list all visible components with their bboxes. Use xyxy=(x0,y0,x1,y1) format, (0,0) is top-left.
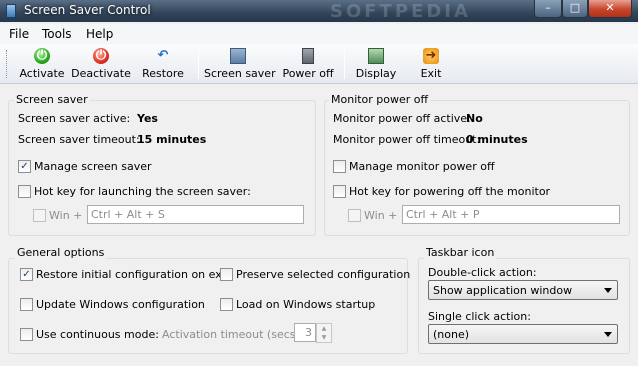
screen-saver-icon xyxy=(230,48,246,64)
minimize-button[interactable]: – xyxy=(534,0,562,18)
display-button[interactable]: Display xyxy=(354,46,398,82)
screen-saver-label: Screen saver xyxy=(204,67,276,80)
menu-file[interactable]: File xyxy=(9,27,29,41)
title-bar[interactable]: Screen Saver Control SOFTPEDIA – □ ✕ xyxy=(0,0,638,22)
display-icon xyxy=(368,48,384,64)
display-label: Display xyxy=(355,67,397,80)
screen-saver-win-label: Win + xyxy=(49,209,83,222)
screen-saver-group-title: Screen saver xyxy=(14,93,90,106)
monitor-win-checkbox[interactable] xyxy=(348,209,361,222)
activation-timeout-label: Activation timeout (secs.): xyxy=(162,328,307,341)
monitor-win-label: Win + xyxy=(364,209,398,222)
load-startup-label: Load on Windows startup xyxy=(236,298,376,311)
menu-tools[interactable]: Tools xyxy=(42,27,72,41)
general-options-title: General options xyxy=(15,246,107,259)
single-click-select[interactable]: (none) xyxy=(428,324,618,344)
menu-bar: File Tools Help xyxy=(0,24,638,44)
single-click-value: (none) xyxy=(433,328,470,341)
screen-saver-hotkey-label: Hot key for launching the screen saver: xyxy=(34,185,251,198)
app-window: Screen Saver Control SOFTPEDIA – □ ✕ Fil… xyxy=(0,0,638,366)
preserve-config-label: Preserve selected configuration xyxy=(236,268,411,281)
screen-saver-active-label: Screen saver active: xyxy=(18,112,131,125)
monitor-hotkey-field[interactable]: Ctrl + Alt + P xyxy=(402,205,620,224)
exit-icon: ➜ xyxy=(423,48,439,64)
double-click-label: Double-click action: xyxy=(428,266,537,279)
screen-saver-timeout-value: 15 minutes xyxy=(137,133,207,146)
monitor-active-value: No xyxy=(466,112,483,125)
load-startup-checkbox[interactable] xyxy=(220,298,233,311)
manage-monitor-checkbox[interactable] xyxy=(333,160,346,173)
screen-saver-hotkey-checkbox[interactable] xyxy=(18,185,31,198)
deactivate-label: Deactivate xyxy=(71,67,131,80)
monitor-icon xyxy=(302,48,314,64)
restore-label: Restore xyxy=(142,67,184,80)
toolbar-grip[interactable] xyxy=(6,50,9,78)
restore-button[interactable]: ↶ Restore xyxy=(137,46,189,82)
toolbar: ⏻ Activate ⏻ Deactivate ↶ Restore Screen… xyxy=(0,44,638,84)
app-icon xyxy=(6,4,16,18)
window-title: Screen Saver Control xyxy=(24,3,151,17)
taskbar-icon-title: Taskbar icon xyxy=(424,246,497,259)
exit-button[interactable]: ➜ Exit xyxy=(414,46,448,82)
single-click-label: Single click action: xyxy=(428,310,531,323)
manage-screen-saver-label: Manage screen saver xyxy=(34,160,152,173)
spin-down-icon[interactable]: ▼ xyxy=(317,333,331,342)
continuous-mode-checkbox[interactable] xyxy=(20,328,33,341)
manage-screen-saver-checkbox[interactable]: ✓ xyxy=(18,160,31,173)
activation-timeout-field[interactable]: 3 xyxy=(294,323,316,342)
undo-arrow-icon: ↶ xyxy=(157,48,169,63)
screen-saver-button[interactable]: Screen saver xyxy=(204,46,276,82)
monitor-hotkey-label: Hot key for powering off the monitor xyxy=(349,185,551,198)
menu-help[interactable]: Help xyxy=(86,27,113,41)
exit-label: Exit xyxy=(420,67,442,80)
monitor-timeout-value: 0 minutes xyxy=(466,133,528,146)
screen-saver-timeout-label: Screen saver timeout: xyxy=(18,133,140,146)
monitor-active-label: Monitor power off active: xyxy=(333,112,471,125)
power-off-label: Power off xyxy=(282,67,334,80)
maximize-button[interactable]: □ xyxy=(562,0,588,18)
activate-button[interactable]: ⏻ Activate xyxy=(16,46,68,82)
restore-config-label: Restore initial configuration on exit xyxy=(36,268,230,281)
monitor-group-title: Monitor power off xyxy=(329,93,431,106)
preserve-config-checkbox[interactable] xyxy=(220,268,233,281)
power-off-icon: ⏻ xyxy=(93,48,109,64)
continuous-mode-label: Use continuous mode: xyxy=(36,328,159,341)
restore-config-checkbox[interactable]: ✓ xyxy=(20,268,33,281)
screen-saver-win-checkbox[interactable] xyxy=(33,209,46,222)
toolbar-separator xyxy=(344,49,345,79)
power-on-icon: ⏻ xyxy=(34,48,50,64)
monitor-timeout-label: Monitor power off timeout: xyxy=(333,133,481,146)
power-off-button[interactable]: Power off xyxy=(280,46,336,82)
activation-timeout-spinner[interactable]: ▲ ▼ xyxy=(316,323,332,343)
close-button[interactable]: ✕ xyxy=(588,0,632,18)
activate-label: Activate xyxy=(19,67,65,80)
chevron-down-icon xyxy=(604,332,612,337)
screen-saver-active-value: Yes xyxy=(137,112,158,125)
softpedia-watermark: SOFTPEDIA xyxy=(330,1,471,22)
update-windows-checkbox[interactable] xyxy=(20,298,33,311)
double-click-select[interactable]: Show application window xyxy=(428,280,618,300)
monitor-hotkey-checkbox[interactable] xyxy=(333,185,346,198)
chevron-down-icon xyxy=(604,288,612,293)
screen-saver-hotkey-field[interactable]: Ctrl + Alt + S xyxy=(87,205,304,224)
toolbar-separator xyxy=(198,49,199,79)
deactivate-button[interactable]: ⏻ Deactivate xyxy=(70,46,132,82)
manage-monitor-label: Manage monitor power off xyxy=(349,160,495,173)
double-click-value: Show application window xyxy=(433,284,573,297)
spin-up-icon[interactable]: ▲ xyxy=(317,324,331,333)
update-windows-label: Update Windows configuration xyxy=(36,298,205,311)
